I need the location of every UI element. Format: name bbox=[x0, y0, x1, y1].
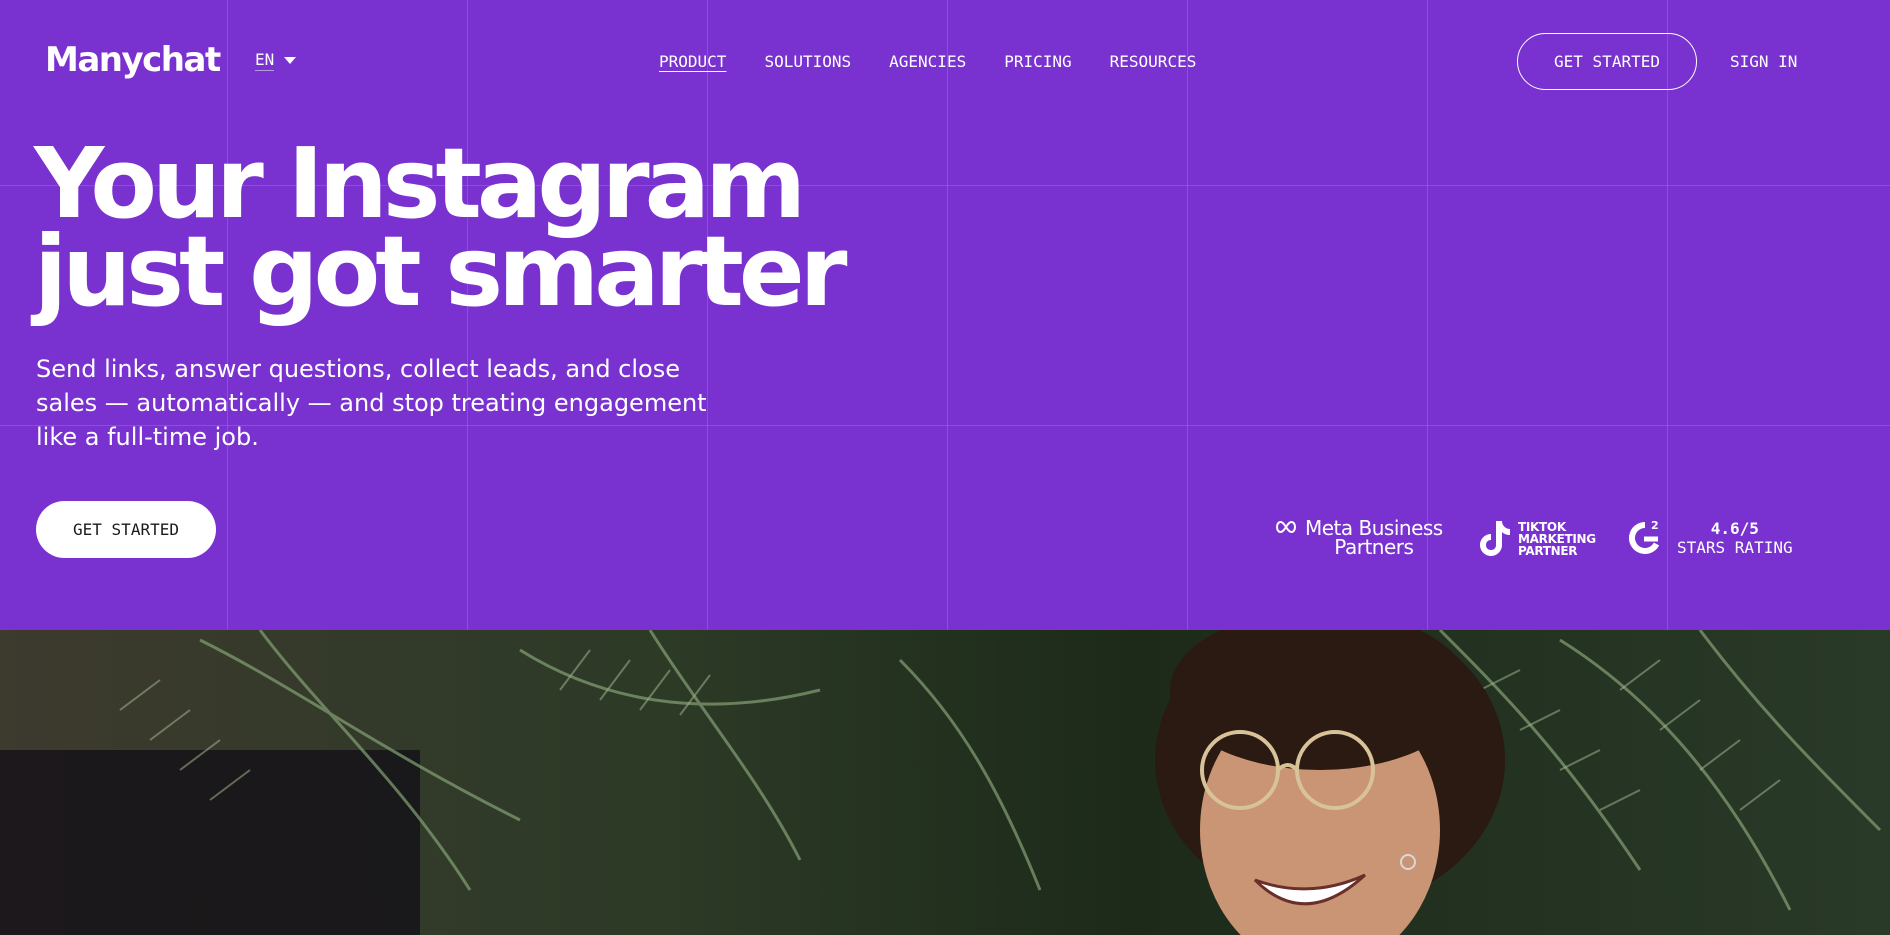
chevron-down-icon bbox=[284, 57, 297, 64]
language-selector[interactable]: EN bbox=[255, 50, 297, 71]
meta-business-partners-badge: Meta Business Partners bbox=[1273, 518, 1443, 559]
manychat-logo[interactable]: Manychat bbox=[45, 40, 221, 80]
hero-headline-line2: just got smarter bbox=[34, 215, 847, 328]
meta-badge-text: Meta Business Partners bbox=[1305, 518, 1443, 559]
hero-photo-illustration bbox=[0, 630, 1890, 935]
nav-item-agencies[interactable]: AGENCIES bbox=[889, 52, 966, 71]
g2-score: 4.6/5 bbox=[1710, 519, 1759, 538]
nav-item-product[interactable]: PRODUCT bbox=[659, 52, 726, 71]
tiktok-badge-line3: PARTNER bbox=[1518, 544, 1578, 558]
sign-in-link[interactable]: SIGN IN bbox=[1730, 52, 1797, 71]
nav-item-pricing[interactable]: PRICING bbox=[1004, 52, 1071, 71]
tiktok-icon bbox=[1480, 521, 1510, 556]
grid-line bbox=[947, 0, 948, 630]
g2-label: STARS RATING bbox=[1677, 538, 1793, 557]
hero-headline: Your Instagram just got smarter bbox=[34, 135, 847, 328]
hero-subhead: Send links, answer questions, collect le… bbox=[36, 355, 707, 451]
hero-get-started-button[interactable]: GET STARTED bbox=[36, 501, 216, 558]
language-code: EN bbox=[255, 50, 275, 71]
tiktok-badge-text: TIKTOK MARKETING PARTNER bbox=[1518, 521, 1596, 557]
g2-rating-badge: 2 4.6/5 STARS RATING bbox=[1627, 519, 1793, 557]
g2-icon: 2 bbox=[1628, 519, 1660, 554]
nav-item-resources[interactable]: RESOURCES bbox=[1110, 52, 1197, 71]
hero-section: Manychat EN PRODUCT SOLUTIONS AGENCIES P… bbox=[0, 0, 1890, 630]
meta-badge-line2: Partners bbox=[1334, 535, 1414, 559]
header-get-started-button[interactable]: GET STARTED bbox=[1517, 33, 1697, 90]
g2-rating-text: 4.6/5 STARS RATING bbox=[1677, 519, 1793, 557]
hero-photo bbox=[0, 630, 1890, 935]
main-nav: PRODUCT SOLUTIONS AGENCIES PRICING RESOU… bbox=[659, 52, 1196, 71]
meta-infinity-icon bbox=[1275, 520, 1297, 534]
nav-item-solutions[interactable]: SOLUTIONS bbox=[764, 52, 851, 71]
tiktok-marketing-partner-badge: TIKTOK MARKETING PARTNER bbox=[1478, 519, 1596, 559]
svg-text:2: 2 bbox=[1651, 519, 1659, 532]
grid-line bbox=[1187, 0, 1188, 630]
